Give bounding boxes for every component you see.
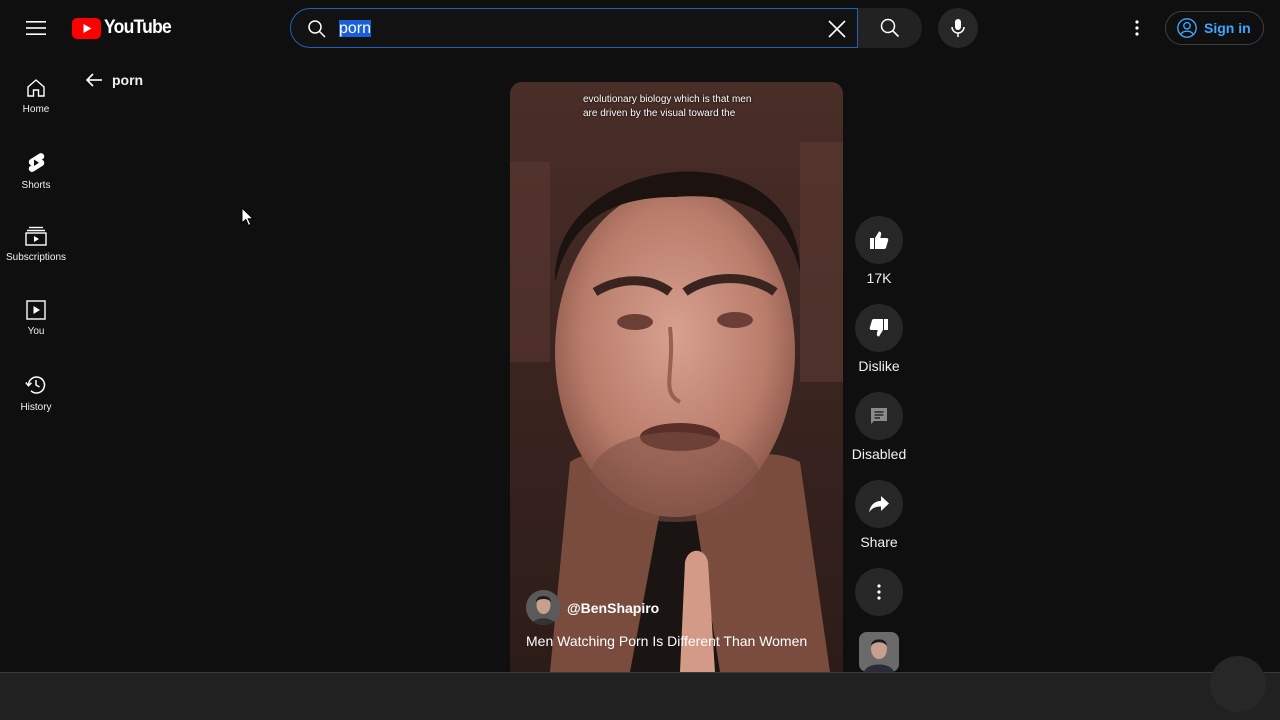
close-icon	[828, 20, 846, 38]
mini-guide: Home Shorts Subscriptions You History	[0, 56, 72, 426]
channel-avatar[interactable]	[526, 590, 561, 625]
guide-menu-button[interactable]	[16, 8, 56, 48]
search-input-value: porn	[339, 20, 372, 37]
more-options-button[interactable]	[855, 568, 903, 616]
history-icon	[25, 376, 46, 394]
back-to-results[interactable]: porn	[84, 70, 143, 90]
sign-in-label: Sign in	[1204, 20, 1251, 36]
microphone-icon	[951, 19, 965, 37]
search-query-label: porn	[112, 72, 144, 88]
like-count: 17K	[866, 270, 892, 286]
you-icon	[26, 300, 46, 320]
video-frame-image	[510, 82, 843, 672]
search-button[interactable]	[858, 8, 922, 48]
sidebar-item-label: Home	[22, 104, 50, 115]
avatar-image	[526, 590, 561, 625]
search-icon	[880, 18, 900, 38]
sidebar-item-label: History	[20, 402, 52, 413]
youtube-play-icon	[72, 17, 101, 39]
sidebar-item-label: You	[27, 326, 45, 337]
settings-more-button[interactable]	[1117, 8, 1157, 48]
shorts-icon	[28, 153, 45, 172]
youtube-logo[interactable]: YouTube	[72, 17, 177, 39]
more-action	[854, 568, 904, 616]
share-label: Share	[860, 534, 898, 550]
subscriptions-icon	[25, 226, 47, 246]
sound-thumbnail-image	[859, 632, 899, 672]
sidebar-item-history[interactable]: History	[0, 352, 72, 426]
channel-handle[interactable]: @BenShapiro	[567, 600, 659, 616]
dislike-label: Dislike	[858, 358, 900, 374]
navigation-button[interactable]	[1210, 656, 1266, 712]
short-title[interactable]: Men Watching Porn Is Different Than Wome…	[526, 633, 807, 649]
masthead: YouTube porn Sign in	[0, 0, 1280, 56]
sound-thumbnail[interactable]	[859, 632, 899, 672]
comments-button[interactable]	[855, 392, 903, 440]
sidebar-item-shorts[interactable]: Shorts	[0, 130, 72, 204]
home-icon	[27, 79, 45, 97]
thumbs-down-icon	[869, 319, 888, 337]
search-box[interactable]: porn	[290, 8, 858, 48]
share-button[interactable]	[855, 480, 903, 528]
short-actions: 17K Dislike Disabled Share	[851, 216, 907, 634]
search-input[interactable]: porn	[339, 17, 372, 41]
account-circle-icon	[1177, 18, 1197, 38]
share-action: Share	[854, 480, 904, 550]
video-caption: evolutionary biology which is that men a…	[583, 93, 793, 121]
dislike-button[interactable]	[855, 304, 903, 352]
comments-label: Disabled	[851, 446, 907, 462]
sidebar-item-you[interactable]: You	[0, 278, 72, 352]
channel-info[interactable]: @BenShapiro	[526, 590, 659, 625]
caption-line: evolutionary biology which is that men	[583, 94, 752, 105]
hamburger-icon	[26, 21, 46, 35]
thumbs-up-icon	[870, 231, 889, 249]
back-arrow-icon	[85, 73, 102, 87]
more-vert-icon	[877, 584, 881, 600]
sidebar-item-label: Shorts	[21, 180, 51, 191]
dislike-action: Dislike	[854, 304, 904, 374]
sign-in-button[interactable]: Sign in	[1165, 11, 1264, 45]
sidebar-item-home[interactable]: Home	[0, 56, 72, 130]
voice-search-button[interactable]	[938, 8, 978, 48]
like-action: 17K	[854, 216, 904, 286]
clear-search-button[interactable]	[819, 11, 855, 47]
sidebar-item-label: Subscriptions	[5, 252, 67, 263]
logo-text: YouTube	[104, 17, 172, 38]
caption-line: are driven by the visual toward the	[583, 108, 736, 119]
comment-icon	[871, 408, 887, 424]
sidebar-item-subscriptions[interactable]: Subscriptions	[0, 204, 72, 278]
short-video-player[interactable]: evolutionary biology which is that men a…	[510, 82, 843, 672]
mouse-cursor-icon	[241, 207, 255, 227]
bottom-bar	[0, 672, 1280, 720]
search-icon	[308, 20, 326, 38]
comments-action: Disabled	[851, 392, 907, 462]
more-vert-icon	[1135, 20, 1139, 36]
share-icon	[869, 496, 889, 513]
like-button[interactable]	[855, 216, 903, 264]
